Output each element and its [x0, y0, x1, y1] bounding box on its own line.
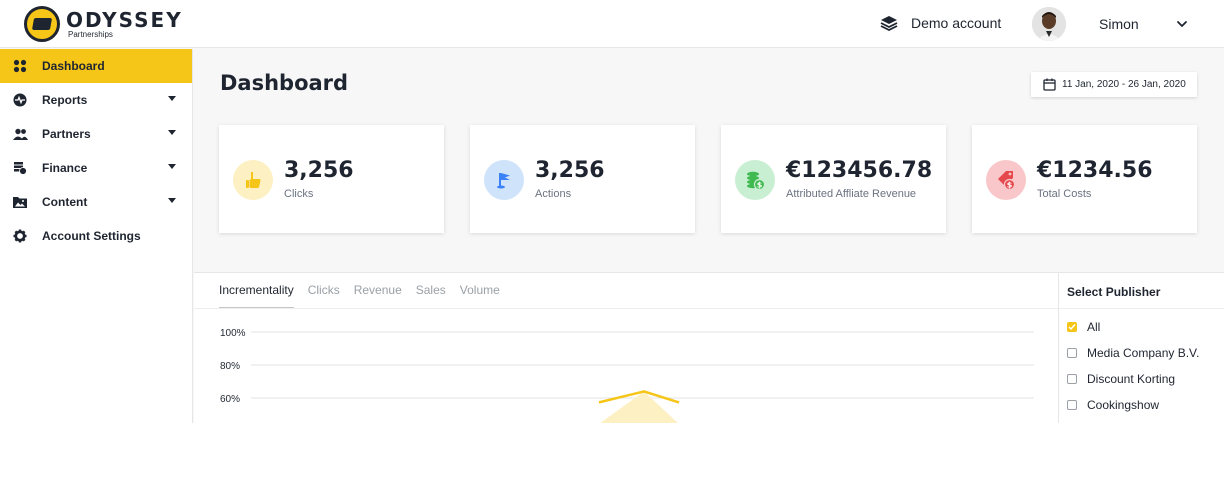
- publisher-option-discount-korting[interactable]: Discount Korting: [1067, 366, 1199, 392]
- checkbox[interactable]: [1067, 374, 1077, 384]
- publisher-divider: [1059, 308, 1224, 309]
- sidebar-item-label: Dashboard: [42, 59, 105, 73]
- stat-card-clicks: 3,256 Clicks: [219, 125, 444, 233]
- demo-account-switch[interactable]: Demo account: [880, 14, 1001, 32]
- sidebar-item-dashboard[interactable]: Dashboard: [0, 49, 192, 83]
- stat-label: Clicks: [284, 188, 314, 200]
- publisher-option-all[interactable]: All: [1067, 314, 1199, 340]
- sidebar-item-label: Finance: [42, 161, 88, 175]
- sidebar-item-reports[interactable]: Reports: [0, 83, 192, 117]
- date-range-text: 11 Jan, 2020 - 26 Jan, 2020: [1062, 79, 1186, 90]
- chevron-down-icon[interactable]: [1175, 17, 1189, 31]
- flag-icon: [484, 160, 524, 200]
- chart-tabs: Incrementality Clicks Revenue Sales Volu…: [219, 283, 514, 309]
- tab-sales[interactable]: Sales: [416, 283, 446, 309]
- sidebar-item-account-settings[interactable]: Account Settings: [0, 219, 192, 253]
- publisher-panel-title: Select Publisher: [1067, 285, 1161, 299]
- y-tick-label: 60%: [220, 394, 240, 405]
- publisher-list: All Media Company B.V. Discount Korting …: [1067, 314, 1199, 418]
- tab-volume[interactable]: Volume: [460, 283, 500, 309]
- y-tick-label: 100%: [220, 328, 246, 339]
- thumbs-up-icon: [233, 160, 273, 200]
- stat-card-actions: 3,256 Actions: [470, 125, 695, 233]
- page-title: Dashboard: [220, 71, 349, 95]
- caret-down-icon: [168, 130, 176, 135]
- checkbox[interactable]: [1067, 322, 1077, 332]
- sidebar-item-content[interactable]: Content: [0, 185, 192, 219]
- publisher-panel: Select Publisher All Media Company B.V. …: [1058, 272, 1224, 423]
- folder-image-icon: [12, 194, 28, 210]
- tab-clicks[interactable]: Clicks: [308, 283, 340, 309]
- pulse-icon: [12, 92, 28, 108]
- layers-icon: [880, 16, 898, 32]
- sidebar-item-finance[interactable]: Finance: [0, 151, 192, 185]
- caret-down-icon: [168, 198, 176, 203]
- sidebar-item-partners[interactable]: Partners: [0, 117, 192, 151]
- caret-down-icon: [168, 164, 176, 169]
- money-stack-icon: $: [735, 160, 775, 200]
- publisher-option-cookingshow[interactable]: Cookingshow: [1067, 392, 1199, 418]
- price-tag-icon: $: [986, 160, 1026, 200]
- check-icon: [1068, 324, 1076, 331]
- svg-text:$: $: [757, 181, 763, 190]
- sidebar: Dashboard Reports Partners Finance Conte…: [0, 49, 193, 423]
- caret-down-icon: [168, 96, 176, 101]
- stat-value: 3,256: [284, 158, 354, 183]
- top-bar: ODYSSEY Partnerships Demo account Simon: [0, 0, 1224, 48]
- publisher-option-media-company[interactable]: Media Company B.V.: [1067, 340, 1199, 366]
- stat-label: Actions: [535, 188, 572, 200]
- logo-text: ODYSSEY Partnerships: [66, 10, 183, 39]
- stat-value: €1234.56: [1037, 158, 1153, 183]
- series-area: [600, 391, 678, 423]
- stat-label: Total Costs: [1037, 188, 1092, 200]
- stat-label: Attributed Affliate Revenue: [786, 188, 917, 200]
- publisher-label: Discount Korting: [1087, 372, 1176, 386]
- sidebar-item-label: Partners: [42, 127, 91, 141]
- gear-icon: [12, 228, 28, 244]
- logo-name: ODYSSEY: [66, 7, 183, 32]
- logo-mark: [24, 6, 60, 42]
- dashboard-grid-icon: [12, 58, 28, 74]
- calendar-icon: [1043, 78, 1056, 91]
- stat-value: 3,256: [535, 158, 605, 183]
- checkbox[interactable]: [1067, 348, 1077, 358]
- stat-card-costs: $ €1234.56 Total Costs: [972, 125, 1197, 233]
- stat-value: €123456.78: [786, 158, 933, 183]
- sidebar-item-label: Account Settings: [42, 229, 141, 243]
- date-range-picker[interactable]: 11 Jan, 2020 - 26 Jan, 2020: [1031, 72, 1197, 97]
- tab-revenue[interactable]: Revenue: [354, 283, 402, 309]
- y-tick-label: 80%: [220, 361, 240, 372]
- tab-incrementality[interactable]: Incrementality: [219, 283, 294, 309]
- user-name[interactable]: Simon: [1099, 16, 1139, 32]
- logo-subtitle: Partnerships: [68, 29, 113, 39]
- finance-icon: [12, 160, 28, 176]
- checkbox[interactable]: [1067, 400, 1077, 410]
- chart-panel: 100% 80% 60% Incrementality Clicks Revenue…: [194, 272, 1058, 423]
- stat-card-revenue: $ €123456.78 Attributed Affliate Revenue: [721, 125, 946, 233]
- sidebar-item-label: Content: [42, 195, 88, 209]
- users-icon: [12, 126, 28, 142]
- avatar[interactable]: [1032, 7, 1066, 41]
- publisher-label: Media Company B.V.: [1087, 346, 1200, 360]
- publisher-label: Cookingshow: [1087, 398, 1160, 412]
- svg-text:$: $: [1007, 181, 1013, 190]
- logo[interactable]: ODYSSEY Partnerships: [24, 6, 183, 42]
- app-window: ODYSSEY Partnerships Demo account Simon: [0, 0, 1224, 423]
- sidebar-item-label: Reports: [42, 93, 88, 107]
- publisher-label: All: [1087, 320, 1101, 334]
- demo-account-label: Demo account: [911, 15, 1002, 31]
- tabs-divider: [194, 308, 1058, 309]
- avatar-image: [1032, 7, 1066, 41]
